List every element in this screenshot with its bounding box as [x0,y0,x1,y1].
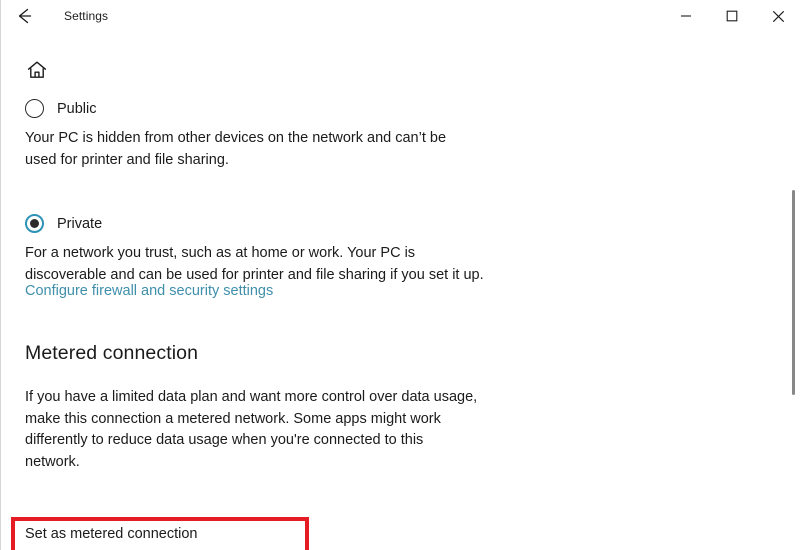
metered-toggle-label: Set as metered connection [25,526,198,542]
radio-option-public[interactable]: Public [25,99,97,118]
window-caption-buttons [663,0,800,32]
radio-label-private: Private [57,215,103,232]
metered-connection-heading: Metered connection [25,342,199,364]
minimize-button[interactable] [663,0,709,32]
title-bar: Settings [1,0,800,32]
radio-option-private[interactable]: Private [25,214,102,233]
vertical-scrollbar[interactable] [786,64,800,550]
settings-content: Public Your PC is hidden from other devi… [1,32,800,550]
radio-indicator-public [25,99,44,118]
window-title: Settings [64,9,109,23]
close-button[interactable] [755,0,800,32]
scrollbar-thumb[interactable] [792,190,795,395]
radio-indicator-private [25,214,44,233]
configure-firewall-link[interactable]: Configure firewall and security settings [25,283,273,299]
maximize-icon [726,10,738,22]
home-button[interactable] [25,58,49,82]
settings-window: Settings Public Your PC is hidden from o… [0,0,800,550]
public-description: Your PC is hidden from other devices on … [25,130,447,168]
radio-label-public: Public [57,100,97,117]
maximize-button[interactable] [709,0,755,32]
minimize-icon [680,10,692,22]
metered-connection-description: If you have a limited data plan and want… [25,389,478,470]
private-description: For a network you trust, such as at home… [25,245,484,283]
back-arrow-icon [13,5,35,27]
close-icon [772,10,785,23]
back-button[interactable] [1,0,47,32]
home-icon [25,61,49,86]
